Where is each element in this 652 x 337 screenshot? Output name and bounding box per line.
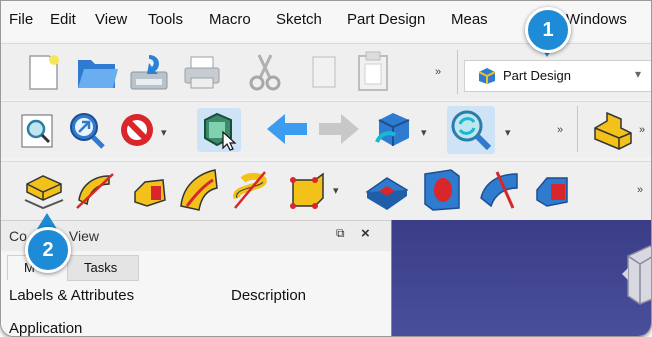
float-panel-icon[interactable]: ⧉ [336, 226, 345, 241]
new-document-button[interactable] [23, 52, 63, 92]
toolbar-overflow-icon[interactable]: » [639, 124, 645, 136]
open-button[interactable] [75, 52, 119, 92]
view-toolbar: ▾ ▾ ▾ » » [1, 101, 651, 158]
open-folder-icon [78, 60, 118, 88]
selection-view-button[interactable] [197, 108, 241, 152]
zoom-page-icon [21, 114, 53, 148]
toolbar-overflow-icon[interactable]: » [435, 66, 441, 78]
additive-loft-button[interactable] [131, 170, 171, 210]
column-header-labels[interactable]: Labels & Attributes [9, 287, 134, 315]
isometric-cube-icon [375, 113, 410, 146]
zoom-arrow-icon [70, 113, 105, 149]
menu-tools[interactable]: Tools [148, 11, 183, 28]
pad-icon [24, 175, 64, 210]
paste-clipboard-icon [358, 51, 388, 91]
hole-icon [424, 169, 460, 211]
hole-button[interactable] [421, 168, 461, 212]
draw-style-button[interactable] [117, 110, 157, 150]
scissors-icon [249, 54, 281, 91]
bounding-box-button[interactable] [447, 106, 495, 154]
draw-style-dropdown-icon[interactable]: ▾ [161, 126, 167, 139]
no-entry-icon [121, 114, 153, 146]
save-icon [130, 55, 168, 90]
tree-item-application[interactable]: Application [9, 320, 82, 336]
pad-tool-button[interactable] [23, 170, 65, 212]
column-header-description[interactable]: Description [231, 287, 306, 315]
part-design-workbench-icon [478, 68, 496, 84]
pocket-button[interactable] [365, 172, 409, 210]
toolbar-separator [457, 50, 458, 94]
box-select-icon [204, 112, 237, 151]
tab-tasks[interactable]: Tasks [67, 255, 139, 281]
toolbar-separator [577, 106, 578, 152]
subtractive-loft-button[interactable] [533, 170, 573, 210]
new-document-icon [29, 55, 59, 90]
toolbar-overflow-icon[interactable]: » [557, 124, 563, 136]
primitive-box-icon [290, 172, 324, 209]
menu-sketch[interactable]: Sketch [276, 11, 322, 28]
loft-icon [134, 179, 166, 207]
groove-button[interactable] [477, 168, 521, 210]
menu-macro[interactable]: Macro [209, 11, 251, 28]
zoom-dropdown-icon[interactable]: ▾ [505, 126, 511, 139]
menu-file[interactable]: File [9, 11, 33, 28]
back-button[interactable] [265, 112, 309, 146]
arrow-right-icon [319, 114, 359, 144]
arrow-left-icon [267, 114, 307, 144]
pocket-icon [365, 177, 409, 210]
primitive-dropdown-icon[interactable]: ▾ [333, 184, 339, 197]
menu-windows[interactable]: Windows [566, 11, 627, 28]
helix-icon [233, 171, 267, 209]
std-views-button[interactable] [371, 108, 415, 152]
menu-part-design[interactable]: Part Design [347, 11, 425, 28]
additive-primitive-button[interactable] [287, 170, 327, 210]
toolbar-overflow-icon[interactable]: » [637, 184, 643, 196]
menu-measure[interactable]: Meas [451, 11, 488, 28]
additive-pipe-button[interactable] [177, 166, 221, 212]
zoom-sync-icon [451, 110, 492, 151]
save-button[interactable] [127, 52, 171, 92]
menu-edit[interactable]: Edit [50, 11, 76, 28]
navigation-cube-icon[interactable] [620, 238, 652, 314]
subtractive-loft-icon [536, 177, 568, 207]
3d-viewport[interactable] [391, 220, 652, 336]
std-views-dropdown-icon[interactable]: ▾ [421, 126, 427, 139]
revolution-button[interactable] [73, 170, 117, 212]
freecad-window: File Edit View Tools Macro Sketch Part D… [0, 0, 652, 337]
groove-icon [480, 171, 518, 209]
close-icon[interactable]: × [361, 225, 370, 242]
menu-view[interactable]: View [95, 11, 127, 28]
callout-badge-2: 2 [25, 227, 71, 273]
workbench-label: Part Design [503, 68, 571, 83]
forward-button[interactable] [317, 112, 361, 146]
workbench-selector[interactable]: Part Design ▾ [464, 60, 651, 92]
copy-button[interactable] [305, 52, 341, 92]
fit-all-button[interactable] [19, 112, 57, 150]
pipe-icon [180, 169, 218, 211]
create-body-button[interactable] [591, 110, 635, 150]
printer-icon [184, 56, 220, 89]
copy-icon [312, 56, 336, 88]
print-button[interactable] [182, 54, 222, 90]
additive-helix-button[interactable] [229, 168, 271, 212]
body-shape-icon [594, 111, 632, 150]
callout-badge-1: 1 [525, 7, 571, 53]
part-design-toolbar: ▾ » [1, 161, 651, 220]
paste-button[interactable] [353, 50, 393, 92]
cut-button[interactable] [245, 52, 285, 92]
chevron-down-icon: ▾ [634, 67, 641, 81]
revolution-icon [76, 173, 114, 209]
fit-selection-button[interactable] [67, 110, 107, 150]
